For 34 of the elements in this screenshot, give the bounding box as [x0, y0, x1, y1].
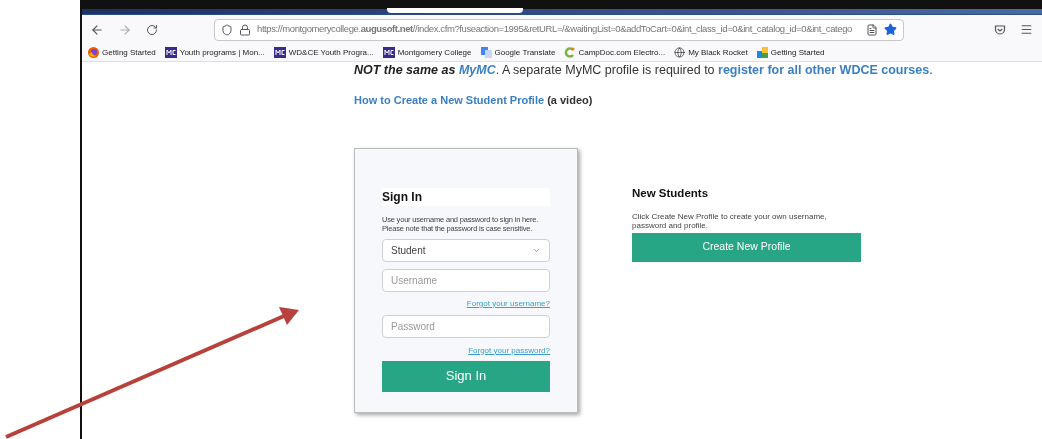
- reload-icon[interactable]: [146, 23, 158, 36]
- back-icon[interactable]: [90, 22, 104, 37]
- bookmark-item[interactable]: Montgomery College: [382, 46, 472, 59]
- bookmark-item[interactable]: CampDoc.com Electro...: [564, 46, 666, 59]
- browser-logo-icon: [88, 47, 99, 58]
- bookmark-item[interactable]: Getting Started: [756, 46, 825, 59]
- mymc-link[interactable]: MyMC: [458, 63, 496, 77]
- role-select[interactable]: Student: [382, 238, 550, 262]
- pocket-icon[interactable]: [994, 23, 1006, 36]
- sign-in-heading: Sign In: [382, 187, 550, 206]
- password-field[interactable]: Password: [382, 314, 550, 338]
- bookmark-item[interactable]: Getting Started: [88, 46, 156, 59]
- globe-icon: [674, 47, 686, 58]
- video-link[interactable]: How to Create a New Student Profile: [354, 94, 545, 106]
- bookmark-item[interactable]: WD&CE Youth Progra...: [273, 46, 374, 59]
- college-logo-icon: [273, 47, 286, 58]
- shield-icon: [221, 23, 233, 36]
- address-bar[interactable]: https://montgomerycollege.augusoft.net//index.cfm?fuseaction=1995&retURL=/&waitingList=0&addToCart=0&int_class_id=0&int_catalog_id=0&int_catego: [214, 18, 904, 41]
- intro-paragraph: NOT the same as MyMC. A separate MyMC profile is required to register for all other WDCE courses.: [354, 63, 934, 77]
- college-logo-icon: [382, 47, 395, 58]
- lock-icon: [239, 23, 251, 36]
- new-students-heading: New Students: [632, 185, 710, 201]
- bookmark-star-icon[interactable]: [884, 23, 897, 36]
- bookmark-item[interactable]: Youth programs | Mon...: [164, 46, 265, 59]
- url-text: https://montgomerycollege.augusoft.net//index.cfm?fuseaction=1995&retURL=/&waitingList=0&addToCart=0&int_class_id=0&int_catalog_id=0&int_catego: [257, 22, 852, 37]
- menu-icon[interactable]: [1020, 23, 1033, 36]
- video-note: (a video): [547, 94, 593, 106]
- translate-icon: [480, 47, 492, 58]
- reader-view-icon[interactable]: [866, 23, 878, 36]
- bookmark-item[interactable]: My Black Rocket: [674, 46, 748, 59]
- new-students-description: Click Create New Profile to create your own username, password and profile.: [632, 211, 828, 230]
- username-field[interactable]: Username: [382, 268, 550, 292]
- college-logo-icon: [164, 47, 177, 58]
- bookmark-item[interactable]: Google Translate: [480, 46, 556, 59]
